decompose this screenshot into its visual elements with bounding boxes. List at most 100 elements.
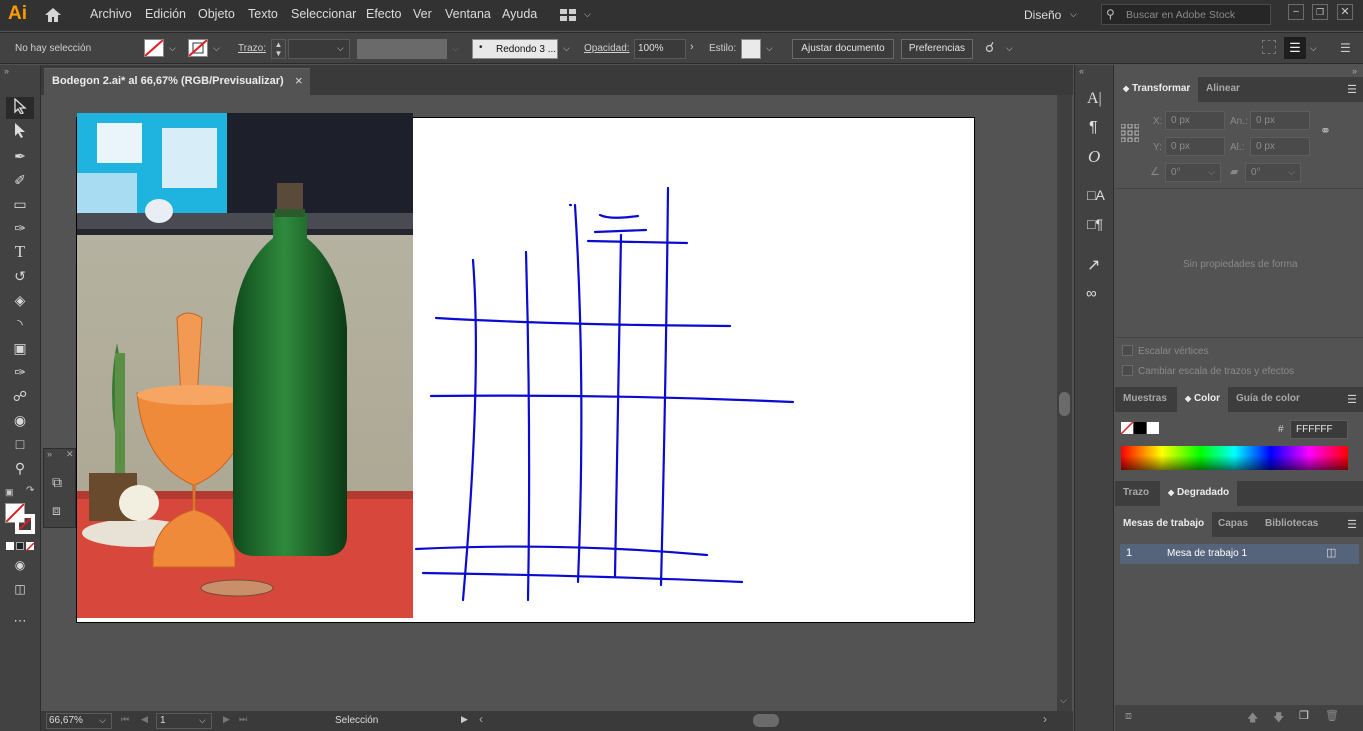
chevron-down-icon[interactable]: ⌵ bbox=[337, 43, 344, 54]
menu-ayuda[interactable]: Ayuda bbox=[502, 7, 537, 21]
constrain-proportions-icon[interactable]: ⚭ bbox=[1320, 123, 1331, 139]
paragraph-panel-icon[interactable]: ¶ bbox=[1089, 119, 1098, 137]
menu-ventana[interactable]: Ventana bbox=[445, 7, 491, 21]
next-artboard-icon[interactable]: ▶ bbox=[223, 714, 230, 725]
tab-bibliotecas[interactable]: Bibliotecas bbox=[1257, 512, 1326, 537]
chevron-down-icon[interactable]: ⌵ bbox=[1070, 9, 1077, 20]
direct-selection-icon[interactable] bbox=[9, 122, 31, 142]
more-tools-icon[interactable]: ⋯ bbox=[9, 611, 31, 631]
tab-trazo[interactable]: Trazo bbox=[1115, 481, 1157, 506]
opacity-label[interactable]: Opacidad: bbox=[584, 43, 630, 54]
lasso-tool-icon[interactable]: ◝ bbox=[9, 314, 31, 334]
placed-image[interactable] bbox=[77, 113, 413, 618]
hex-field[interactable]: FFFFFF bbox=[1290, 420, 1348, 439]
menu-ver[interactable]: Ver bbox=[413, 7, 432, 21]
scroll-thumb[interactable] bbox=[1059, 392, 1070, 416]
draw-mode-icon[interactable]: ◉ bbox=[9, 555, 31, 575]
search-input[interactable]: Buscar en Adobe Stock bbox=[1126, 9, 1235, 21]
tab-color[interactable]: ◆ Color bbox=[1177, 387, 1229, 412]
paintbrush-tool-icon[interactable]: ✑ bbox=[9, 218, 31, 238]
character-panel-icon[interactable]: A| bbox=[1087, 90, 1102, 108]
chevron-down-icon[interactable]: ⌵ bbox=[199, 715, 206, 726]
color-spectrum[interactable] bbox=[1121, 446, 1348, 470]
status-menu-icon[interactable]: ▶ bbox=[461, 714, 468, 725]
new-artboard-icon[interactable]: ❐ bbox=[1299, 709, 1309, 722]
chevron-down-icon[interactable]: ⌵ bbox=[1060, 695, 1067, 706]
document-tab[interactable]: Bodegon 2.ai* al 66,67% (RGB/Previsualiz… bbox=[44, 68, 310, 95]
brush-definition[interactable]: • Redondo 3 ... bbox=[472, 39, 558, 59]
fill-swatch-icon[interactable] bbox=[144, 39, 164, 57]
gradient-tool-icon[interactable]: ▣ bbox=[9, 338, 31, 358]
white-swatch[interactable] bbox=[1147, 422, 1159, 434]
blend-tool-icon[interactable]: ☍ bbox=[9, 386, 31, 406]
workspace-switcher[interactable]: Diseño bbox=[1024, 8, 1061, 22]
tab-muestras[interactable]: Muestras bbox=[1115, 387, 1175, 412]
last-artboard-icon[interactable]: ⏭ bbox=[239, 714, 247, 725]
fit-document-button[interactable]: Ajustar documento bbox=[792, 39, 894, 59]
chevron-right-icon[interactable]: › bbox=[690, 41, 694, 53]
previous-artboard-icon[interactable]: ◀ bbox=[141, 714, 148, 725]
close-icon[interactable]: ✕ bbox=[66, 449, 74, 460]
chevron-down-icon[interactable]: ⌵ bbox=[1310, 43, 1317, 54]
panel-menu-icon[interactable]: ☰ bbox=[1347, 393, 1357, 406]
default-colors-icon[interactable]: ▣ bbox=[5, 487, 14, 498]
preferences-button[interactable]: Preferencias bbox=[901, 39, 973, 59]
tab-degradado[interactable]: ◆ Degradado bbox=[1160, 481, 1238, 506]
chevron-down-icon[interactable]: ⌵ bbox=[1288, 167, 1295, 178]
tab-guia-de-color[interactable]: Guía de color bbox=[1228, 387, 1308, 412]
pen-tool-icon[interactable]: ✒ bbox=[9, 146, 31, 166]
opacity-field[interactable]: 100% bbox=[634, 39, 686, 59]
y-field[interactable]: 0 px bbox=[1165, 137, 1225, 156]
sketch-drawing[interactable] bbox=[410, 180, 810, 610]
eraser-tool-icon[interactable]: ◈ bbox=[9, 290, 31, 310]
rearrange-artboards-icon[interactable]: ⧈ bbox=[1125, 710, 1132, 723]
panel-menu-icon[interactable]: ☰ bbox=[1347, 518, 1357, 531]
opentype-panel-icon[interactable]: O bbox=[1088, 147, 1100, 167]
collapse-icon[interactable]: » bbox=[1352, 66, 1357, 76]
tab-transformar[interactable]: ◆ Transformar bbox=[1115, 77, 1199, 102]
panel-menu-icon[interactable]: ☰ bbox=[1347, 83, 1357, 96]
chevron-down-icon[interactable]: ⌵ bbox=[766, 43, 773, 54]
move-down-icon[interactable]: 🡇 bbox=[1273, 709, 1284, 728]
shape-builder-icon[interactable]: ⧉ bbox=[52, 474, 62, 491]
menu-objeto[interactable]: Objeto bbox=[198, 7, 235, 21]
arrange-documents-icon[interactable] bbox=[560, 9, 576, 21]
chevron-down-icon[interactable]: ⌵ bbox=[99, 715, 106, 726]
chevron-down-icon[interactable]: ⌵ bbox=[169, 43, 176, 54]
color-mode-icon[interactable] bbox=[6, 542, 14, 550]
selection-arrow-icon[interactable] bbox=[9, 97, 31, 118]
stroke-indicator[interactable] bbox=[15, 514, 35, 534]
height-field[interactable]: 0 px bbox=[1250, 137, 1310, 156]
rotate-tool-icon[interactable]: ↺ bbox=[9, 266, 31, 286]
panel-menu-icon[interactable]: ☰ bbox=[1340, 41, 1351, 55]
tab-capas[interactable]: Capas bbox=[1210, 512, 1256, 537]
chevron-down-icon[interactable]: ⌵ bbox=[452, 43, 459, 54]
style-swatch[interactable] bbox=[741, 39, 761, 59]
none-mode-icon[interactable] bbox=[25, 542, 35, 552]
export-panel-icon[interactable]: ↗ bbox=[1087, 255, 1100, 275]
trash-icon[interactable]: 🗑 bbox=[1325, 709, 1339, 722]
rectangle-tool-icon[interactable]: ▭ bbox=[9, 194, 31, 214]
menu-texto[interactable]: Texto bbox=[248, 7, 278, 21]
chevron-down-icon[interactable]: ⌵ bbox=[1006, 43, 1013, 54]
width-field[interactable]: 0 px bbox=[1250, 111, 1310, 130]
eyedropper-tool-icon[interactable]: ✑ bbox=[9, 362, 31, 382]
zoom-tool-icon[interactable]: ⚲ bbox=[9, 458, 31, 478]
minimize-icon[interactable]: – bbox=[1288, 4, 1304, 20]
chevron-down-icon[interactable]: ⌵ bbox=[563, 43, 570, 54]
list-item[interactable]: 1 Mesa de trabajo 1 ◫ bbox=[1120, 544, 1359, 564]
artboard-tool-icon[interactable]: □ bbox=[9, 434, 31, 454]
artboard-options-icon[interactable]: ◫ bbox=[1326, 546, 1336, 559]
menu-archivo[interactable]: Archivo bbox=[90, 7, 132, 21]
character-styles-icon[interactable]: □A bbox=[1087, 187, 1105, 203]
properties-panel-icon[interactable]: ☰ bbox=[1284, 37, 1306, 59]
first-artboard-icon[interactable]: ⏮ bbox=[121, 714, 129, 725]
chevron-down-icon[interactable]: ⌵ bbox=[584, 9, 591, 20]
menu-edicion[interactable]: Edición bbox=[145, 7, 186, 21]
x-field[interactable]: 0 px bbox=[1165, 111, 1225, 130]
collapse-icon[interactable]: » bbox=[47, 449, 52, 459]
scale-corners-checkbox[interactable] bbox=[1122, 345, 1133, 356]
menu-seleccionar[interactable]: Seleccionar bbox=[291, 7, 356, 21]
symbol-sprayer-icon[interactable]: ◉ bbox=[9, 410, 31, 430]
gradient-mode-icon[interactable] bbox=[16, 542, 24, 550]
